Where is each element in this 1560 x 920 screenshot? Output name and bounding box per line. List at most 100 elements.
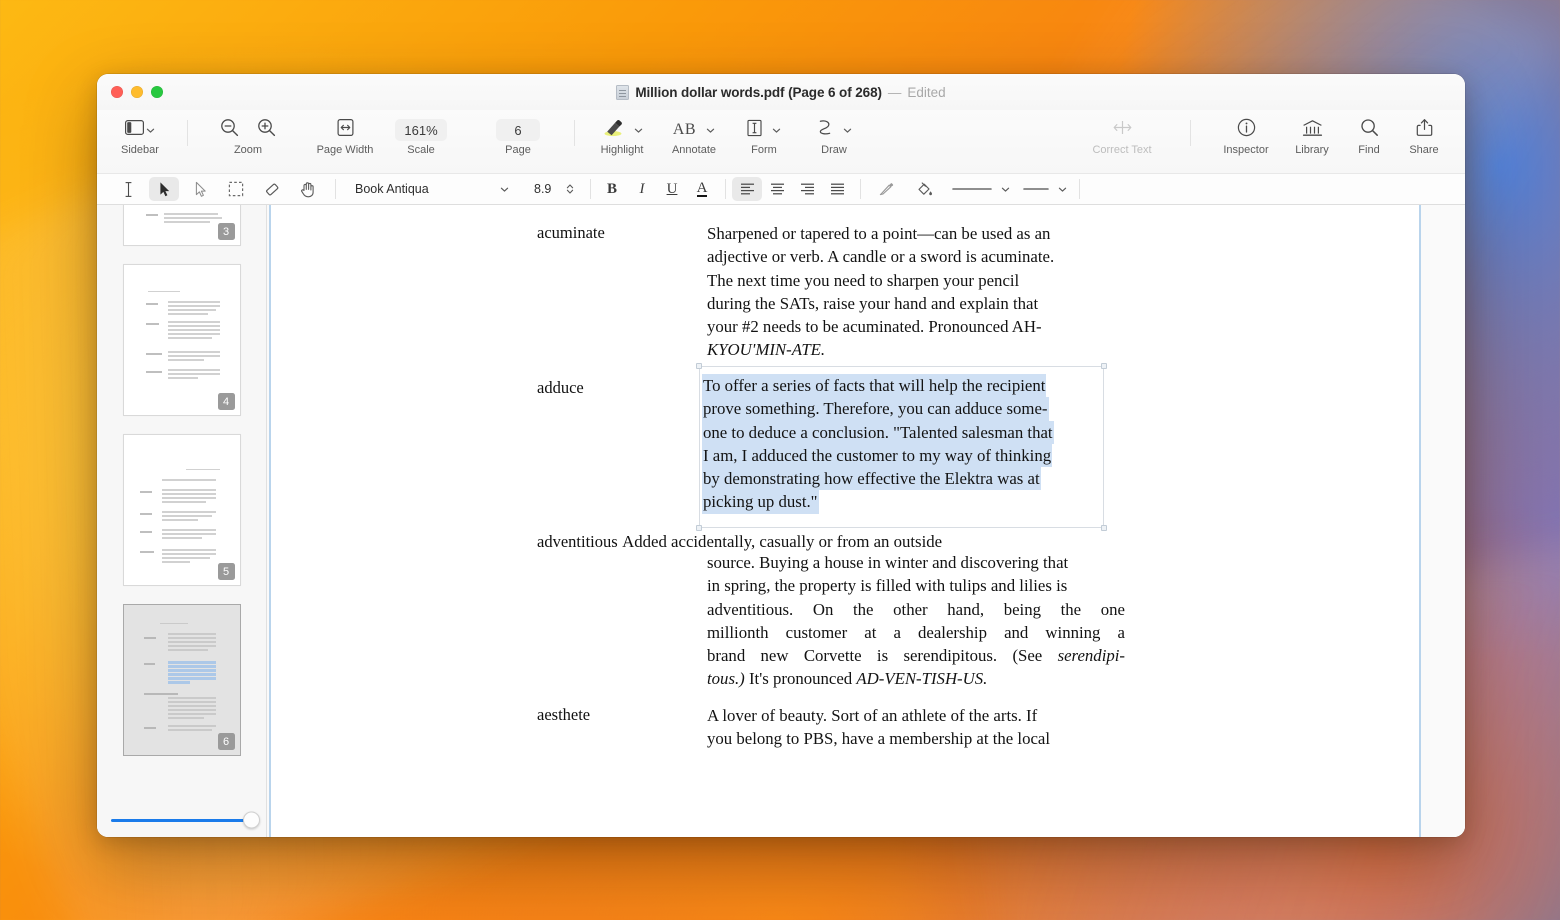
format-divider (590, 179, 591, 199)
stepper-arrows-icon[interactable] (566, 183, 574, 195)
highlighter-icon[interactable] (602, 118, 624, 143)
chevron-down-icon[interactable] (1058, 185, 1067, 194)
toolbar-library-button[interactable]: Library (1283, 112, 1341, 156)
text-color-button[interactable]: A (687, 177, 717, 201)
format-divider (860, 179, 861, 199)
selected-text-block[interactable]: To offer a series of facts that will hel… (696, 363, 1107, 531)
sidebar-icon (125, 120, 144, 140)
thumbnail-item[interactable]: 3 (115, 205, 249, 255)
eraser-tool[interactable] (257, 177, 287, 201)
toolbar-inspector-label: Inspector (1223, 144, 1269, 156)
dictionary-entry[interactable]: aesthete (537, 705, 590, 725)
chevron-down-icon[interactable] (772, 126, 781, 135)
close-button[interactable] (111, 86, 123, 98)
chevron-down-icon[interactable] (706, 126, 715, 135)
entry-definition[interactable]: A lover of beauty. Sort of an athlete of… (707, 704, 1127, 751)
toolbar-inspector-button[interactable]: Inspector (1213, 112, 1279, 156)
draw-squiggle-icon[interactable] (817, 118, 833, 142)
font-family-select[interactable]: Book Antiqua (346, 178, 516, 200)
italic-button[interactable]: I (627, 177, 657, 201)
toolbar-page-width-button[interactable]: Page Width (308, 112, 382, 156)
definition-line: tous.) It's pronounced AD-VEN-TISH-US. (707, 669, 988, 689)
font-size-stepper[interactable]: 8.9 (526, 178, 580, 200)
toolbar-share-button[interactable]: Share (1397, 112, 1451, 156)
document-canvas[interactable]: acuminate Sharpened or tapered to a poin… (267, 205, 1465, 837)
chevron-down-icon[interactable] (1001, 185, 1010, 194)
toolbar-page-group[interactable]: 6 Page (492, 112, 544, 156)
pdf-page-content: acuminate Sharpened or tapered to a poin… (271, 205, 1419, 837)
selection-handle-bottom-right[interactable] (1101, 524, 1107, 531)
thumbnail-page-number: 5 (217, 563, 235, 580)
chevron-down-icon[interactable] (634, 126, 643, 135)
zoom-in-icon[interactable] (257, 118, 276, 142)
entry-definition[interactable]: source. Buying a house in winter and dis… (707, 551, 1127, 691)
align-right-button[interactable] (792, 177, 822, 201)
page-number-input[interactable]: 6 (496, 119, 540, 141)
slider-knob[interactable] (243, 811, 260, 829)
scale-input[interactable]: 161% (395, 119, 447, 141)
chevron-down-icon[interactable] (500, 185, 509, 194)
text-color-label: A (696, 180, 708, 197)
entry-definition-selected[interactable]: To offer a series of facts that will hel… (702, 374, 1102, 514)
toolbar-annotate-button[interactable]: AB Annotate (661, 112, 727, 156)
document-icon (616, 84, 630, 100)
toolbar-share-label: Share (1409, 144, 1439, 156)
definition-line: millionth customer at a dealership and winning… (707, 622, 1125, 642)
preview-window: Million dollar words.pdf (Page 6 of 268)… (97, 74, 1465, 837)
dictionary-entry[interactable]: adduce (537, 378, 584, 398)
share-icon[interactable] (1416, 118, 1433, 142)
pdf-page[interactable]: acuminate Sharpened or tapered to a poin… (269, 205, 1421, 837)
thumbnail-item[interactable]: 4 (115, 255, 249, 425)
lasso-pointer-tool[interactable] (185, 177, 215, 201)
thumbnail-item-selected[interactable]: 6 (115, 595, 249, 765)
toolbar-scale-label: Scale (407, 144, 435, 156)
align-center-button[interactable] (762, 177, 792, 201)
dictionary-entry[interactable]: acuminate (537, 223, 605, 243)
toolbar-form-button[interactable]: Form (733, 112, 795, 156)
underline-label: U (666, 180, 678, 197)
fill-bucket-icon[interactable] (909, 177, 939, 201)
thumbnail-size-slider[interactable] (97, 803, 266, 837)
edited-status: Edited (907, 84, 946, 100)
toolbar-highlight-button[interactable]: Highlight (589, 112, 655, 156)
font-size-value: 8.9 (534, 182, 552, 196)
pen-icon[interactable] (871, 177, 901, 201)
align-left-button[interactable] (732, 177, 762, 201)
slider-track[interactable] (111, 811, 260, 829)
underline-button[interactable]: U (657, 177, 687, 201)
toolbar-zoom-group[interactable]: Zoom (210, 112, 286, 156)
toolbar-scale-group[interactable]: 161% Scale (392, 112, 450, 156)
hand-tool[interactable] (293, 177, 323, 201)
chevron-down-icon[interactable] (843, 126, 852, 135)
text-cursor-tool[interactable] (113, 177, 143, 201)
chevron-down-icon[interactable] (146, 126, 155, 135)
library-bank-icon[interactable] (1302, 119, 1323, 142)
selection-handle-top-left[interactable] (696, 363, 702, 369)
toolbar-sidebar-button[interactable]: Sidebar (111, 112, 169, 156)
toolbar-find-button[interactable]: Find (1345, 112, 1393, 156)
info-circle-icon[interactable] (1237, 118, 1256, 142)
bold-button[interactable]: B (597, 177, 627, 201)
minimize-button[interactable] (131, 86, 143, 98)
window-body: 3 4 5 6 acuminate Sharpened or tapered t… (97, 205, 1465, 837)
maximize-button[interactable] (151, 86, 163, 98)
rectangular-select-tool[interactable] (221, 177, 251, 201)
line-width-select[interactable] (951, 184, 1010, 194)
zoom-out-icon[interactable] (220, 118, 239, 142)
arrow-select-tool[interactable] (149, 177, 179, 201)
entry-definition[interactable]: Sharpened or tapered to a point—can be u… (707, 222, 1127, 362)
dictionary-entry[interactable]: adventitious Added accidentally, casuall… (537, 530, 942, 553)
title-separator: — (887, 84, 902, 100)
form-field-icon[interactable] (747, 119, 762, 142)
toolbar-draw-button[interactable]: Draw (803, 112, 865, 156)
line-style-select[interactable] (1022, 184, 1067, 194)
selection-handle-top-right[interactable] (1101, 363, 1107, 369)
definition-line: your #2 needs to be acuminated. Pronounc… (707, 317, 1042, 337)
search-icon[interactable] (1360, 118, 1379, 142)
thumbnail-item[interactable]: 5 (115, 425, 249, 595)
toolbar-page-width-label: Page Width (316, 144, 374, 156)
thumbnail-list[interactable]: 3 4 5 6 (97, 205, 266, 803)
align-justify-button[interactable] (822, 177, 852, 201)
title-bar: Million dollar words.pdf (Page 6 of 268)… (97, 74, 1465, 110)
annotate-ab-icon[interactable]: AB (673, 121, 696, 139)
